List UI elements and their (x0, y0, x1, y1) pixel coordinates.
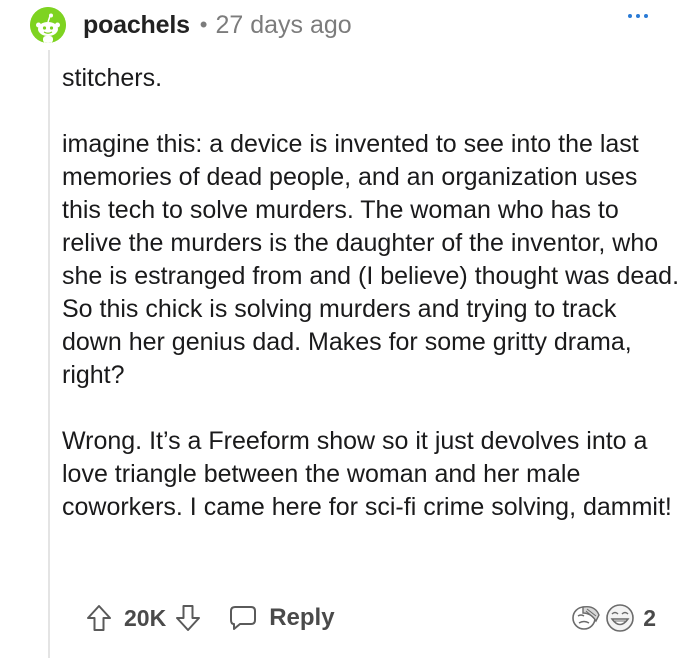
thread-line[interactable] (48, 50, 50, 658)
awards[interactable]: 2 (569, 598, 656, 638)
reply-bubble-icon (229, 605, 257, 631)
vote-score: 20K (124, 604, 167, 631)
avatar[interactable] (30, 7, 66, 43)
comment-paragraph: stitchers. (62, 64, 163, 92)
comment-header: poachels • 27 days ago (30, 6, 352, 44)
comment-actions: 20K Reply 2 (86, 598, 686, 638)
comment-body: stitchers. imagine this: a device is inv… (62, 62, 682, 524)
more-options-icon[interactable] (628, 14, 648, 18)
separator-dot: • (199, 12, 208, 37)
more-dot (636, 14, 640, 18)
laughing-face-award-icon (603, 601, 637, 635)
reply-label: Reply (269, 604, 335, 631)
comment-paragraph: imagine this: a device is invented to se… (62, 130, 686, 389)
comment: poachels • 27 days ago stitchers. imagin… (0, 0, 700, 658)
award-count: 2 (643, 604, 656, 631)
comment-paragraph: Wrong. It’s a Freeform show so it just d… (62, 427, 672, 521)
snoo-avatar-icon (30, 7, 66, 43)
facepalm-award-icon (569, 601, 603, 635)
vote-controls: 20K (86, 604, 201, 632)
more-dot (644, 14, 648, 18)
timestamp[interactable]: 27 days ago (215, 11, 351, 40)
upvote-arrow-icon[interactable] (86, 604, 112, 632)
reply-button[interactable]: Reply (229, 604, 335, 632)
more-dot (628, 14, 632, 18)
downvote-arrow-icon[interactable] (175, 604, 201, 632)
username-link[interactable]: poachels (83, 11, 190, 40)
